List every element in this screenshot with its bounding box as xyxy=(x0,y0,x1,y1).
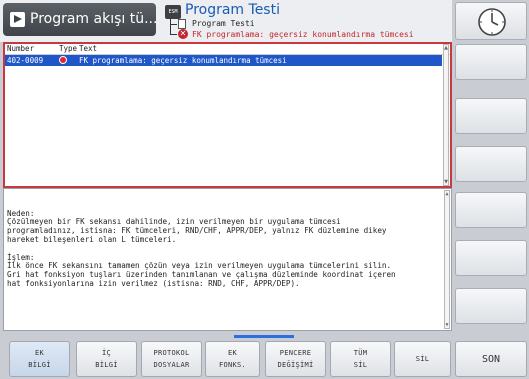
side-softkey-6[interactable] xyxy=(455,288,527,324)
tree-connector xyxy=(170,25,177,35)
softkey-ic-bilgi[interactable]: İÇ BİLGİ xyxy=(76,341,137,377)
arrow-right-icon xyxy=(10,12,25,27)
scroll-up-icon[interactable]: ▲ xyxy=(445,191,449,197)
softkey-tum-sil[interactable]: TÜM SİL xyxy=(330,341,391,377)
tree-item-program: Program Testi xyxy=(192,19,255,28)
list-item[interactable]: 402-0009 FK programlama: geçersiz konuml… xyxy=(5,55,442,66)
help-scrollbar[interactable]: ▲ ▼ xyxy=(444,190,450,329)
side-softkey-2[interactable] xyxy=(455,98,527,134)
scroll-down-icon[interactable]: ▼ xyxy=(445,322,449,328)
side-softkey-5[interactable] xyxy=(455,240,527,276)
column-number: Number xyxy=(7,44,35,53)
softkey-line2: BİLGİ xyxy=(95,361,118,369)
error-icon xyxy=(59,55,67,64)
softkey-line1: SİL xyxy=(415,355,430,363)
softkey-pencere-degisimi[interactable]: PENCERE DEĞİŞİMİ xyxy=(265,341,326,377)
error-icon: ✕ xyxy=(178,29,188,39)
softkey-line2: DOSYALAR xyxy=(153,361,190,369)
softkey-line2: SİL xyxy=(353,361,368,369)
softkey-line2: FONKS. xyxy=(218,361,247,369)
softkey-ek-fonks[interactable]: EK FONKS. xyxy=(205,341,260,377)
row-number: 402-0009 xyxy=(7,56,44,65)
softkey-line2: BİLGİ xyxy=(28,361,51,369)
document-icon xyxy=(178,19,186,29)
row-type xyxy=(59,55,79,66)
softkey-line1: PROTOKOL xyxy=(153,349,190,357)
softkey-line1: EK xyxy=(34,349,45,357)
softkey-line1: PENCERE xyxy=(279,349,312,357)
softkey-ek-bilgi[interactable]: EK BİLGİ xyxy=(9,341,70,377)
softkey-sil[interactable]: SİL xyxy=(394,341,451,377)
softkey-page-indicator xyxy=(234,335,294,338)
help-panel: Neden: Çözülmeyen bir FK sekansı dahilin… xyxy=(3,188,452,331)
program-title: Program Testi xyxy=(185,2,280,18)
help-text: Neden: Çözülmeyen bir FK sekansı dahilin… xyxy=(7,208,396,288)
side-softkey-1[interactable] xyxy=(455,44,527,80)
softkey-line1: İÇ xyxy=(101,349,112,357)
program-icon: ESM xyxy=(165,5,181,19)
softkey-line1: TÜM xyxy=(353,349,368,357)
scroll-down-icon[interactable]: ▼ xyxy=(444,179,448,185)
list-scrollbar[interactable]: ▲ ▼ xyxy=(443,44,449,186)
softkey-line1: EK xyxy=(227,349,238,357)
mode-tab[interactable]: Program akışı tü... xyxy=(3,3,158,36)
tree-item-error: FK programlama: geçersiz konumlandırma t… xyxy=(192,30,414,39)
scroll-up-icon[interactable]: ▲ xyxy=(444,45,448,51)
column-text: Text xyxy=(79,44,98,53)
column-type: Type xyxy=(59,44,78,53)
son-button[interactable]: SON xyxy=(455,341,527,377)
clock-icon xyxy=(478,8,506,36)
softkey-protokol-dosyalar[interactable]: PROTOKOL DOSYALAR xyxy=(141,341,202,377)
row-text: FK programlama: geçersiz konumlandırma t… xyxy=(79,56,287,65)
clock-button[interactable] xyxy=(455,2,527,40)
header: Program akışı tü... ESM Program Testi Pr… xyxy=(0,0,452,42)
side-softkey-3[interactable] xyxy=(455,146,527,182)
side-softkey-4[interactable] xyxy=(455,192,527,228)
error-list[interactable]: Number Type Text 402-0009 FK programlama… xyxy=(3,42,452,188)
mode-title: Program akışı tü... xyxy=(30,11,158,27)
list-header: Number Type Text xyxy=(5,44,450,55)
softkey-line2: DEĞİŞİMİ xyxy=(277,361,314,369)
